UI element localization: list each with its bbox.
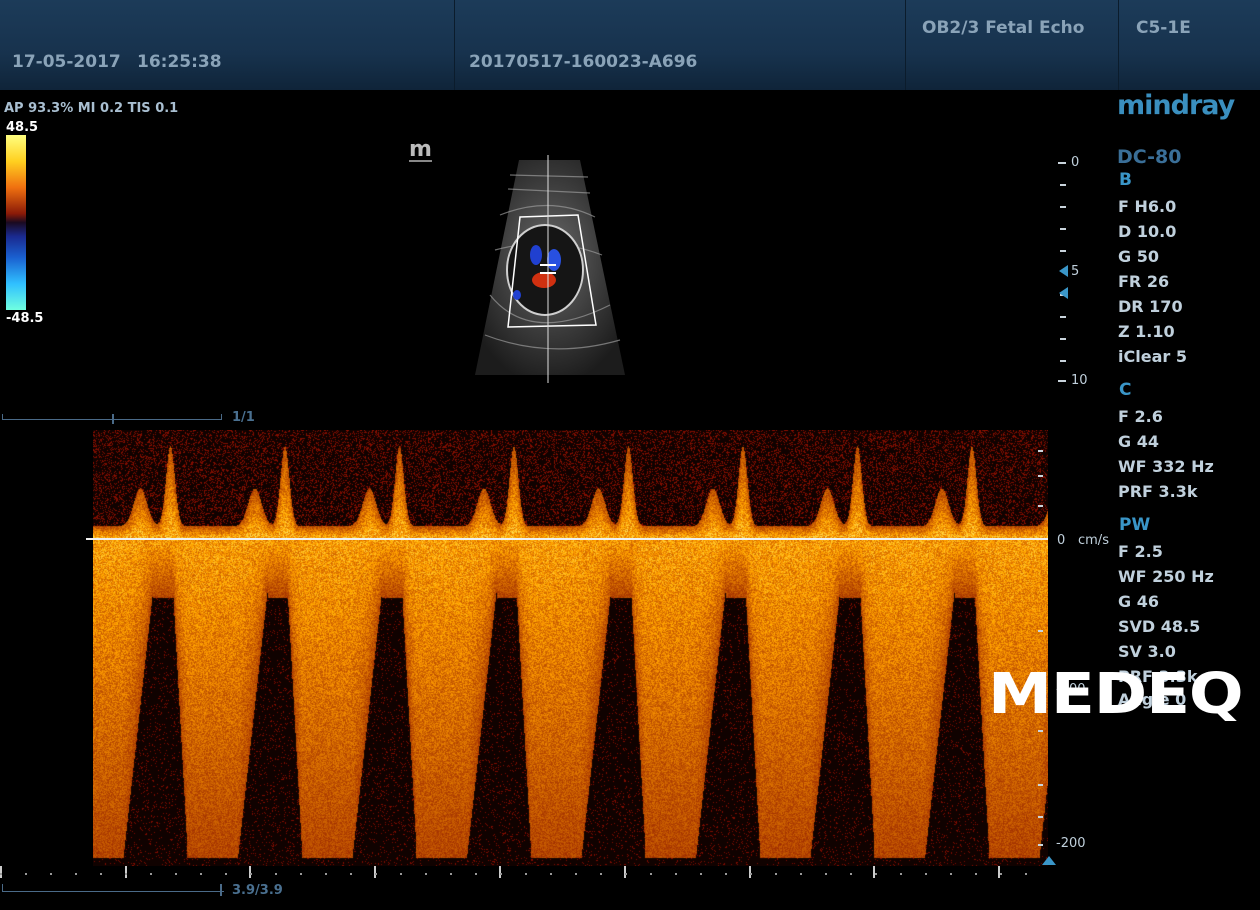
time-axis bbox=[0, 866, 1048, 878]
pw-param[interactable]: WF 250 Hz bbox=[1118, 567, 1214, 586]
header-divider bbox=[905, 0, 906, 90]
velocity-zero-label: 0 bbox=[1057, 533, 1066, 548]
color-flow-blue bbox=[530, 245, 542, 265]
focus-marker-icon[interactable] bbox=[1059, 265, 1068, 277]
cine-progress-bottom[interactable] bbox=[2, 884, 224, 896]
c-param[interactable]: PRF 3.3k bbox=[1118, 482, 1198, 501]
depth-label-mid: 5 bbox=[1071, 264, 1080, 279]
color-velocity-scale bbox=[6, 135, 26, 310]
color-flow-blue bbox=[547, 249, 561, 271]
exam-mode[interactable]: OB2/3 Fetal Echo bbox=[922, 18, 1084, 38]
cine-time-label: 3.9/3.9 bbox=[232, 883, 283, 898]
exam-date: 17-05-2017 bbox=[12, 52, 121, 72]
cine-slider-handle[interactable] bbox=[112, 414, 114, 424]
b-param[interactable]: DR 170 bbox=[1118, 297, 1183, 316]
b-param[interactable]: D 10.0 bbox=[1118, 222, 1176, 241]
pw-doppler-spectrum[interactable] bbox=[93, 430, 1048, 866]
c-param[interactable]: G 44 bbox=[1118, 432, 1159, 451]
medeq-watermark: MEDEQ bbox=[988, 662, 1244, 727]
pw-param[interactable]: F 2.5 bbox=[1118, 542, 1163, 561]
b-param[interactable]: iClear 5 bbox=[1118, 347, 1187, 366]
baseline-shift-icon[interactable] bbox=[1042, 856, 1056, 865]
cine-slider-handle[interactable] bbox=[220, 884, 222, 896]
depth-label-top: 0 bbox=[1071, 155, 1080, 170]
velocity-neg200-label: -200 bbox=[1056, 836, 1086, 851]
pw-param[interactable]: SV 3.0 bbox=[1118, 642, 1176, 661]
velocity-scale bbox=[1038, 430, 1048, 866]
probe-name[interactable]: C5-1E bbox=[1136, 18, 1191, 38]
color-flow-blue bbox=[513, 290, 521, 300]
header-bar: 17-05-2017 16:25:38 20170517-160023-A696… bbox=[0, 0, 1260, 90]
focus-marker-icon[interactable] bbox=[1059, 287, 1068, 299]
pw-param[interactable]: G 46 bbox=[1118, 592, 1159, 611]
cine-frame-count: 1/1 bbox=[232, 410, 255, 425]
color-scale-max: 48.5 bbox=[6, 120, 39, 135]
pw-param[interactable]: SVD 48.5 bbox=[1118, 617, 1200, 636]
patient-id[interactable]: 20170517-160023-A696 bbox=[469, 52, 697, 72]
header-divider bbox=[1118, 0, 1119, 90]
b-mode-image[interactable] bbox=[470, 155, 630, 385]
b-param[interactable]: G 50 bbox=[1118, 247, 1159, 266]
b-param[interactable]: Z 1.10 bbox=[1118, 322, 1175, 341]
model-name: DC-80 bbox=[1117, 146, 1182, 168]
b-param[interactable]: FR 26 bbox=[1118, 272, 1169, 291]
cine-progress-top[interactable] bbox=[2, 414, 222, 424]
b-mode-header[interactable]: B bbox=[1119, 170, 1132, 190]
c-param[interactable]: WF 332 Hz bbox=[1118, 457, 1214, 476]
depth-label-bottom: 10 bbox=[1071, 373, 1088, 388]
b-param[interactable]: F H6.0 bbox=[1118, 197, 1176, 216]
header-divider bbox=[454, 0, 455, 90]
color-flow-red bbox=[532, 272, 556, 288]
doppler-baseline[interactable] bbox=[86, 538, 1048, 540]
mindray-m-icon: m bbox=[409, 137, 432, 162]
mindray-logo: mindray bbox=[1117, 90, 1235, 121]
c-param[interactable]: F 2.6 bbox=[1118, 407, 1163, 426]
pw-mode-header[interactable]: PW bbox=[1119, 515, 1150, 535]
acoustic-output: AP 93.3% MI 0.2 TIS 0.1 bbox=[4, 101, 179, 116]
color-mode-header[interactable]: C bbox=[1119, 380, 1131, 400]
exam-time: 16:25:38 bbox=[137, 52, 222, 72]
color-scale-min: -48.5 bbox=[6, 311, 44, 326]
velocity-unit-label: cm/s bbox=[1078, 533, 1109, 548]
